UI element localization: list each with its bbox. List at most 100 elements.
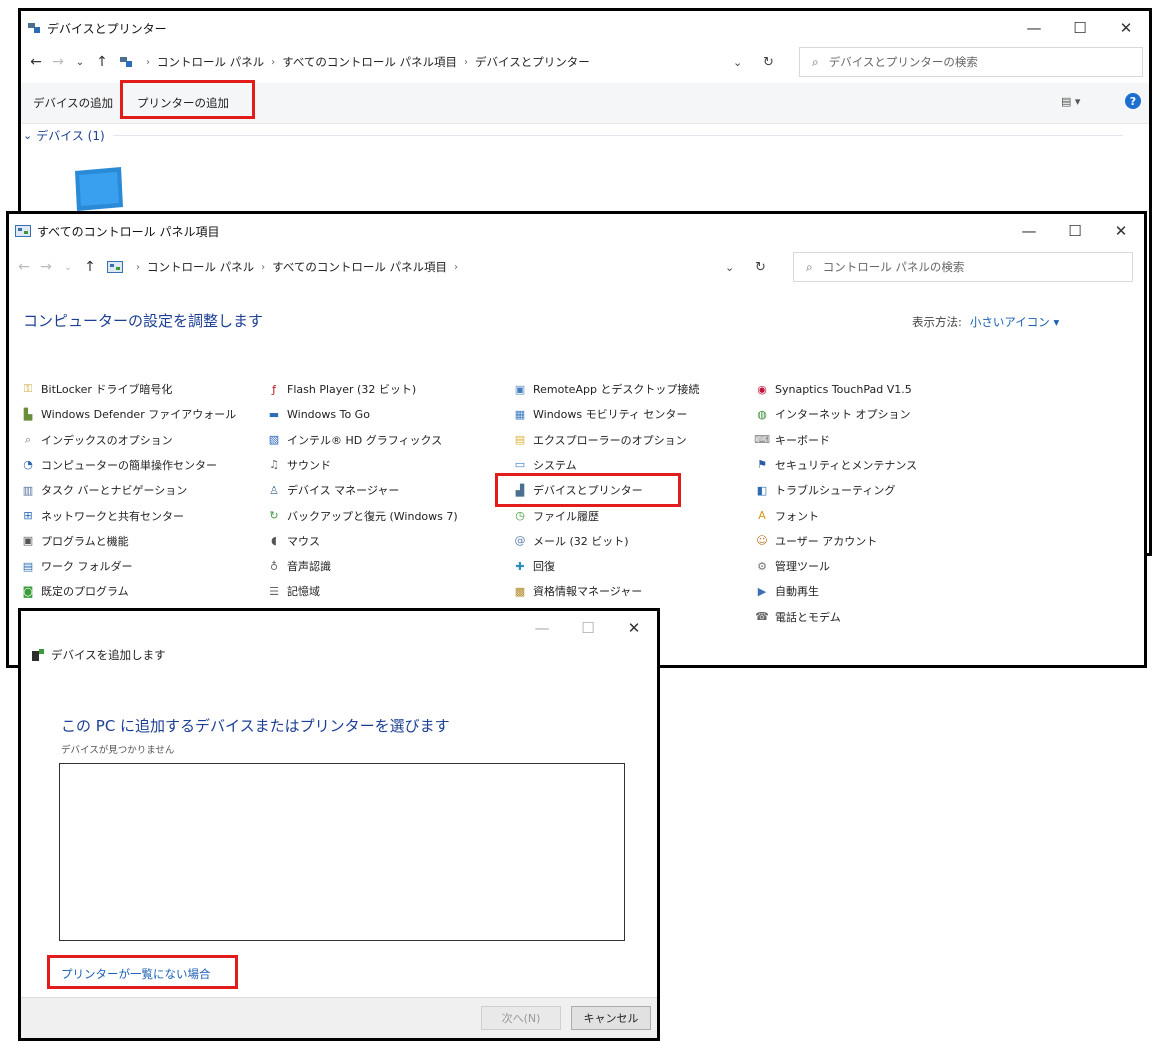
device-section-header[interactable]: ⌄ デバイス (1) [23,127,1123,144]
control-panel-item[interactable]: ▧ インテル® HD グラフィックス [267,429,442,451]
device-list-box[interactable] [59,763,625,941]
control-panel-item[interactable]: ▦ Windows モビリティ センター [513,403,688,425]
control-panel-item[interactable]: ▤ ワーク フォルダー [21,555,133,577]
back-arrow-icon[interactable]: ← [13,259,35,275]
devices-printers-icon [28,23,40,33]
help-icon[interactable]: ? [1125,93,1141,109]
close-button[interactable]: ✕ [1103,11,1149,45]
address-dropdown-icon[interactable]: ⌄ [733,56,742,69]
breadcrumb-item[interactable]: デバイスとプリンター [475,54,590,70]
control-panel-item-label: BitLocker ドライブ暗号化 [41,383,173,396]
search-box[interactable]: ⌕ デバイスとプリンターの検索 [799,47,1143,77]
touchpad-icon: ◉ [757,382,767,396]
control-panel-item[interactable]: ☎ 電話とモデム [755,606,841,628]
address-dropdown-icon[interactable]: ⌄ [725,261,734,274]
up-arrow-icon[interactable]: ↑ [79,259,101,275]
taskbar-icon: ▥ [22,483,34,497]
mail-icon: @ [514,534,526,548]
control-panel-item[interactable]: ⚑ セキュリティとメンテナンス [755,454,917,476]
close-button[interactable]: ✕ [1098,214,1144,248]
recent-locations-icon[interactable]: ⌄ [69,57,91,68]
add-printer-highlight [120,80,255,119]
window-title: すべてのコントロール パネル項目 [37,224,220,239]
control-panel-item[interactable]: ⌨ キーボード [754,429,830,451]
view-options-icon[interactable]: ▤ ▾ [1061,95,1080,108]
control-panel-item[interactable]: ▬ Windows To Go [267,403,370,425]
forward-arrow-icon[interactable]: → [35,259,57,275]
control-panel-item[interactable]: ▣ RemoteApp とデスクトップ接続 [513,378,700,400]
view-by-dropdown[interactable]: 小さいアイコン ▾ [970,314,1059,330]
printer-not-listed-highlight [47,955,238,989]
control-panel-item[interactable]: ♁ 音声認識 [267,555,331,577]
cancel-button[interactable]: キャンセル [571,1006,651,1030]
control-panel-item-label: エクスプローラーのオプション [533,433,687,447]
control-panel-item[interactable]: ◧ トラブルシューティング [755,479,896,501]
control-panel-item[interactable]: ◉ Synaptics TouchPad V1.5 [755,378,912,400]
control-panel-item[interactable]: ◔ コンピューターの簡単操作センター [21,454,217,476]
control-panel-item[interactable]: ◙ 既定のプログラム [21,580,129,602]
control-panel-item[interactable]: ☰ 記憶域 [267,580,320,602]
control-panel-item[interactable]: ▩ 資格情報マネージャー [513,580,642,602]
control-panel-item[interactable]: ⌕ インデックスのオプション [21,429,173,451]
control-panel-item[interactable]: ⊞ ネットワークと共有センター [21,505,184,527]
control-panel-item[interactable]: ◖ マウス [267,530,320,552]
breadcrumb-item[interactable]: コントロール パネル [157,54,264,70]
control-panel-item[interactable]: ♫ サウンド [267,454,331,476]
breadcrumb-item[interactable]: コントロール パネル [147,259,254,275]
control-panel-item-label: インターネット オプション [775,408,911,422]
control-panel-item-label: ワーク フォルダー [41,560,133,574]
recent-locations-icon[interactable]: ⌄ [57,262,79,273]
control-panel-item[interactable]: A フォント [755,505,819,527]
control-panel-item-label: メール (32 ビット) [533,534,629,548]
maximize-button[interactable]: ☐ [1052,214,1098,248]
control-panel-item[interactable]: ↻ バックアップと復元 (Windows 7) [267,505,458,527]
mouse-icon: ◖ [271,534,277,548]
control-panel-item[interactable]: ⚿ BitLocker ドライブ暗号化 [21,378,173,400]
control-panel-item-label: バックアップと復元 (Windows 7) [287,509,458,523]
control-panel-item-label: フォント [775,509,819,523]
control-panel-item-label: サウンド [287,458,331,472]
intel-graphics-icon: ▧ [268,433,280,447]
control-panel-item[interactable]: ♙ デバイス マネージャー [267,479,399,501]
minimize-button[interactable]: — [519,611,565,645]
control-panel-item[interactable]: ✚ 回復 [513,555,555,577]
control-panel-item[interactable]: ⚙ 管理ツール [755,555,830,577]
back-arrow-icon[interactable]: ← [25,54,47,70]
control-panel-item[interactable]: ▤ エクスプローラーのオプション [513,429,687,451]
control-panel-item[interactable]: ☺ ユーザー アカウント [755,530,877,552]
search-box[interactable]: ⌕ コントロール パネルの検索 [793,252,1133,282]
maximize-button[interactable]: ☐ [565,611,611,645]
control-panel-item[interactable]: ▙ Windows Defender ファイアウォール [21,403,236,425]
add-device-button[interactable]: デバイスの追加 [33,95,113,111]
sound-icon: ♫ [269,458,279,472]
troubleshooting-icon: ◧ [756,483,768,497]
control-panel-item-label: ユーザー アカウント [775,534,878,548]
forward-arrow-icon[interactable]: → [47,54,69,70]
control-panel-item[interactable]: ▣ プログラムと機能 [21,530,129,552]
control-panel-item-label: セキュリティとメンテナンス [775,458,918,472]
control-panel-item[interactable]: ▶ 自動再生 [755,580,819,602]
control-panel-item[interactable]: ▥ タスク バーとナビゲーション [21,479,187,501]
control-panel-item-label: 音声認識 [287,560,331,574]
refresh-icon[interactable]: ↻ [763,55,774,70]
indexing-icon: ⌕ [24,432,32,446]
up-arrow-icon[interactable]: ↑ [91,54,113,70]
next-button[interactable]: 次へ(N) [481,1006,561,1030]
breadcrumb-item[interactable]: すべてのコントロール パネル項目 [272,259,447,275]
minimize-button[interactable]: — [1006,214,1052,248]
breadcrumb-item[interactable]: すべてのコントロール パネル項目 [282,54,457,70]
add-device-icon [32,649,44,661]
control-panel-item[interactable]: ◷ ファイル履歴 [513,505,599,527]
minimize-button[interactable]: — [1011,11,1057,45]
titlebar: デバイスとプリンター [21,11,1149,45]
maximize-button[interactable]: ☐ [1057,11,1103,45]
control-panel-item-label: 管理ツール [775,560,830,574]
breadcrumb-separator: › [136,261,140,273]
control-panel-item[interactable]: ◍ インターネット オプション [755,403,911,425]
default-programs-icon: ◙ [22,584,34,598]
control-panel-item[interactable]: @ メール (32 ビット) [513,530,629,552]
control-panel-item[interactable]: ƒ Flash Player (32 ビット) [267,378,416,400]
close-button[interactable]: ✕ [611,611,657,645]
refresh-icon[interactable]: ↻ [755,260,766,275]
laptop-device-icon[interactable] [53,163,133,213]
